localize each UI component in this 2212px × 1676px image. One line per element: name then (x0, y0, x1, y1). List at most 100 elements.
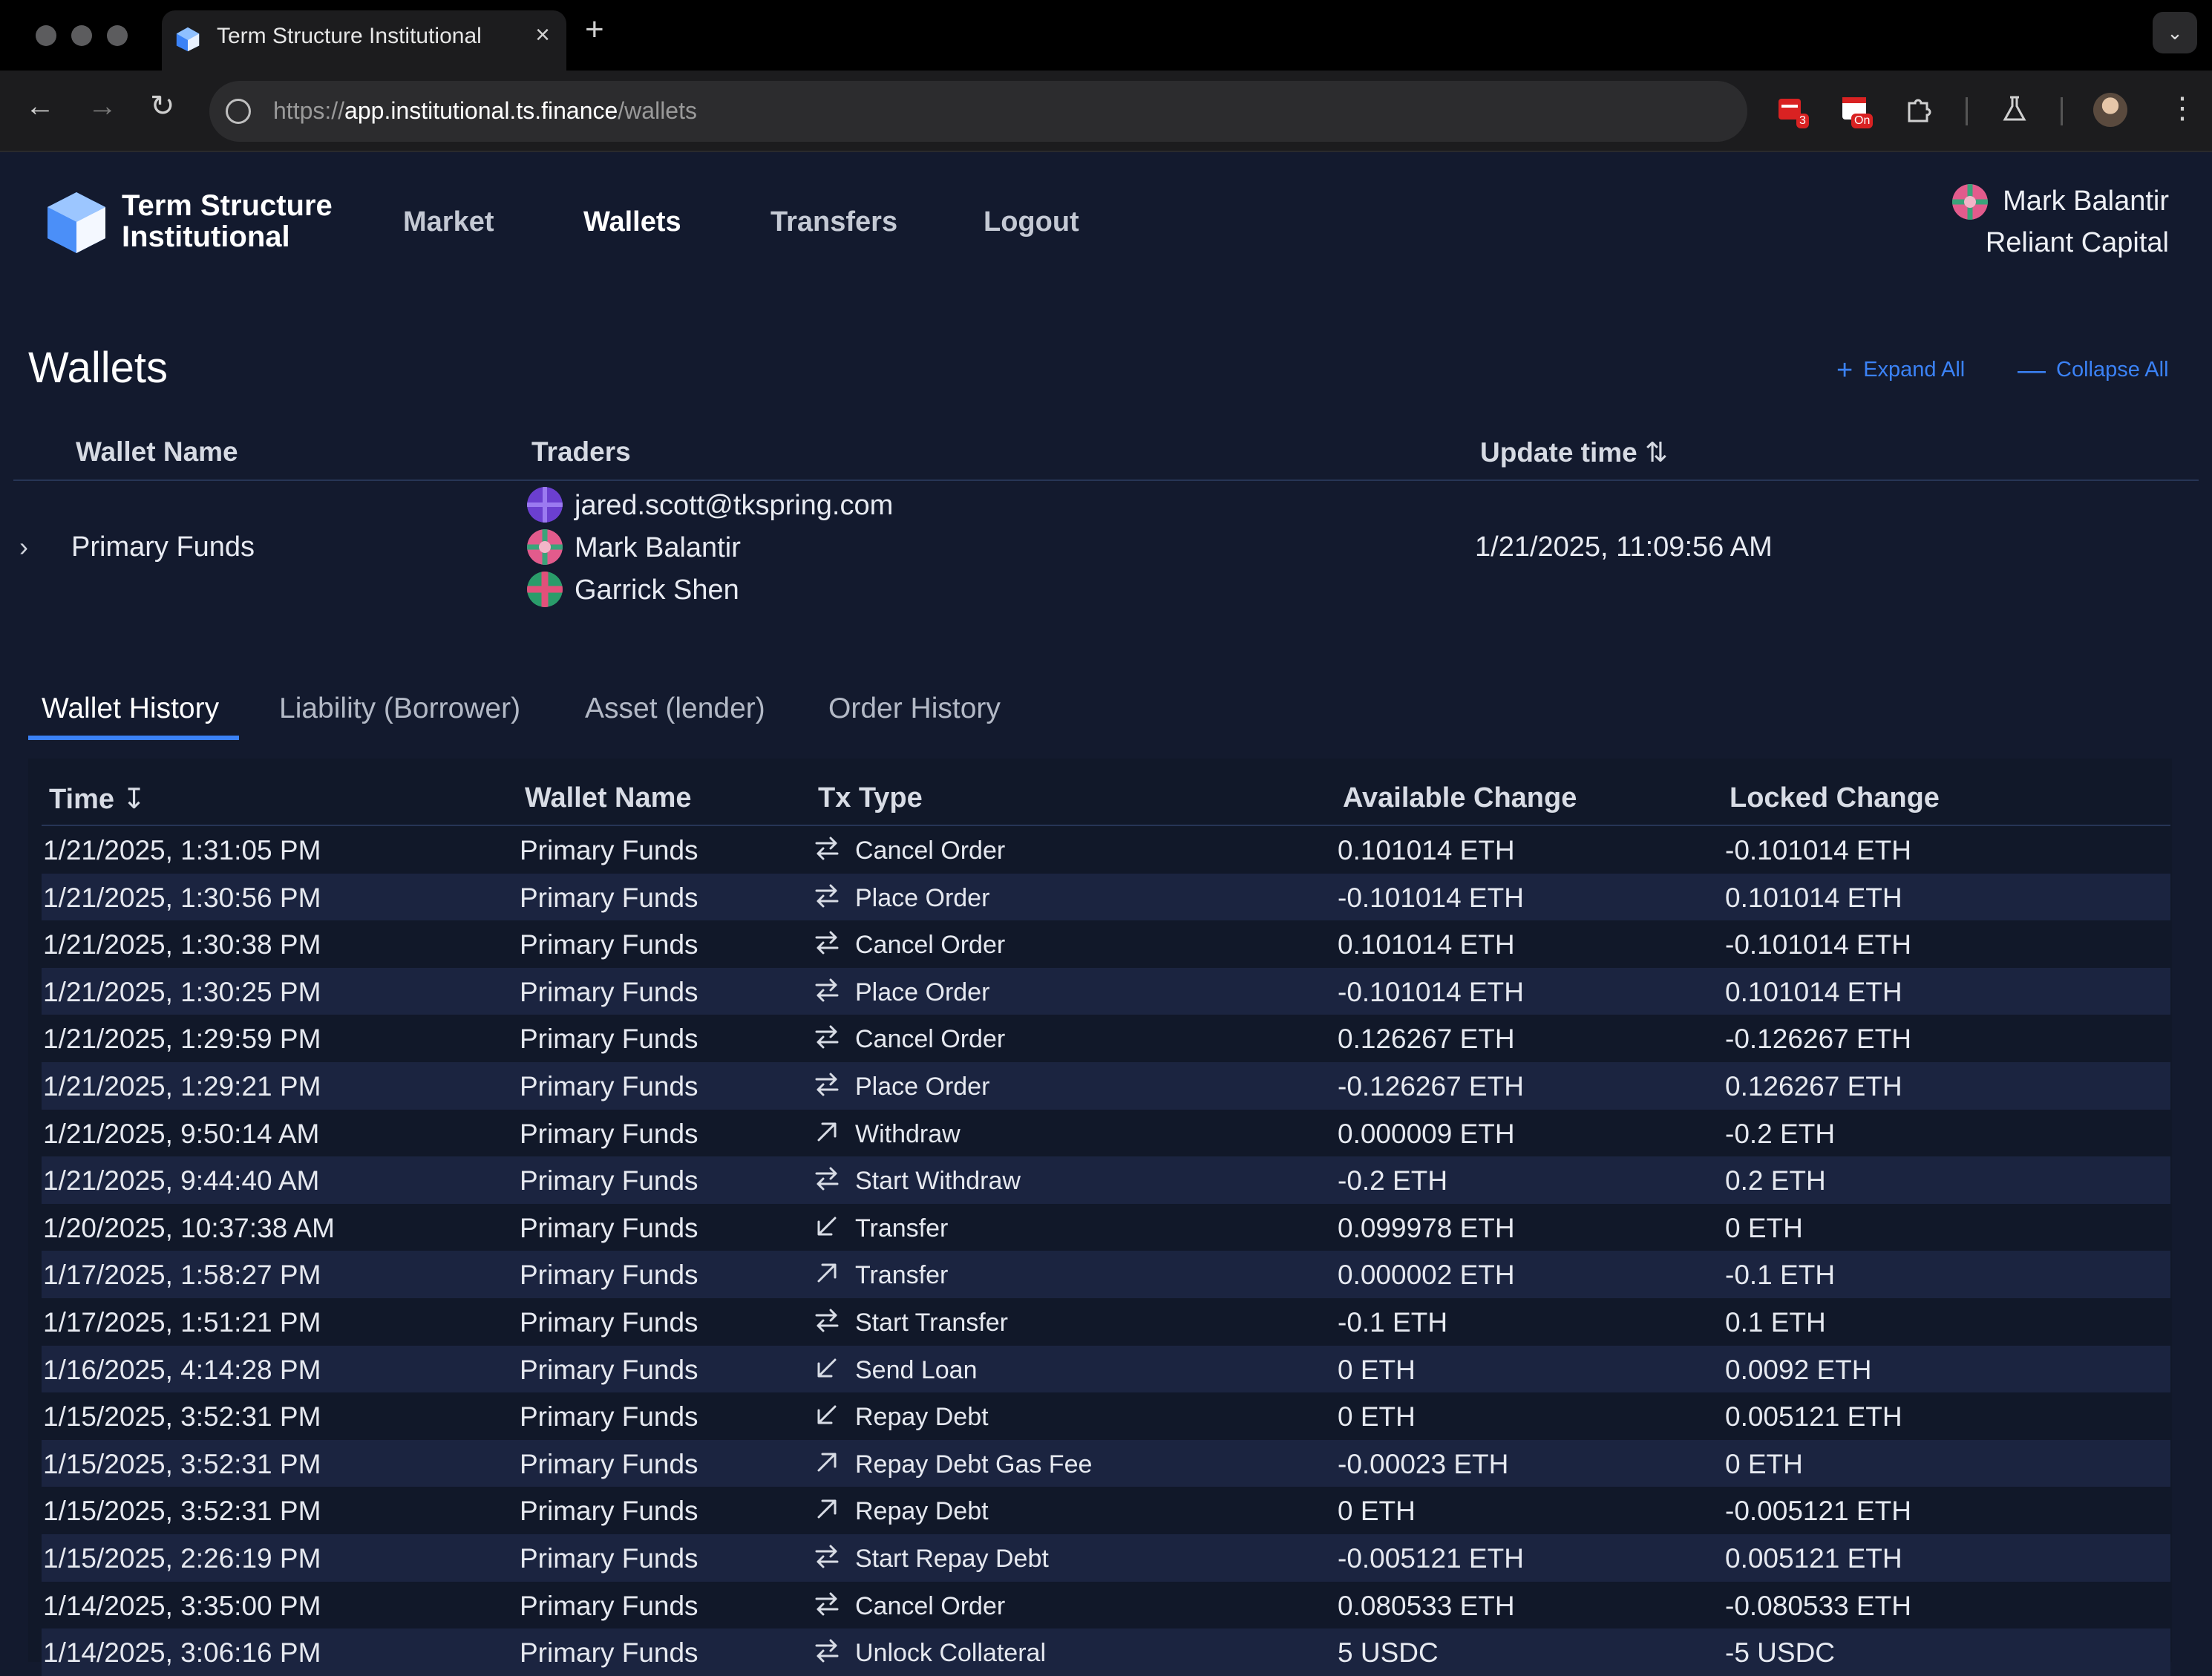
column-header-wallet-name: Wallet Name (525, 782, 692, 814)
labs-flask-icon[interactable] (2000, 94, 2029, 124)
table-row[interactable]: 1/14/2025, 3:35:00 PM Primary Funds Cancel… (42, 1582, 2170, 1629)
column-header-update-time[interactable]: Update time ⇅ (1480, 436, 1668, 468)
cell-locked-change: -0.101014 ETH (1725, 835, 1911, 865)
sort-ascending-icon[interactable]: ⇅ (1645, 437, 1668, 468)
reload-icon[interactable]: ↻ (150, 91, 175, 121)
expand-row-chevron-icon[interactable]: › (19, 531, 28, 563)
cell-available-change: -0.101014 ETH (1338, 882, 1524, 913)
url-text[interactable]: https://app.institutional.ts.finance/wal… (273, 97, 697, 125)
cell-locked-change: 0 ETH (1725, 1212, 1803, 1243)
wallet-history-rows: 1/21/2025, 1:31:05 PM Primary Funds Cancel… (42, 826, 2170, 1676)
cell-time: 1/17/2025, 1:51:21 PM (43, 1306, 321, 1338)
tab-wallet-history[interactable]: Wallet History (42, 693, 219, 725)
user-avatar (1952, 184, 1988, 220)
back-arrow-icon[interactable]: ← (25, 91, 55, 121)
swap-arrows-icon (812, 1070, 842, 1099)
table-row[interactable]: 1/21/2025, 1:29:59 PM Primary Funds Cancel… (42, 1015, 2170, 1062)
cell-tx-type: Start Withdraw (855, 1167, 1021, 1196)
cell-tx-type: Unlock Collateral (855, 1639, 1046, 1668)
browser-toolbar: ← → ↻ https://app.institutional.ts.finan… (0, 71, 2212, 152)
brand-name[interactable]: Term Structure Institutional (122, 190, 333, 252)
cell-available-change: 0.000009 ETH (1338, 1118, 1515, 1149)
cell-available-change: 0.101014 ETH (1338, 929, 1515, 960)
swap-arrows-icon (812, 1306, 842, 1335)
arrow-up-right-icon (812, 1447, 842, 1477)
site-info-icon[interactable] (226, 99, 251, 124)
cell-available-change: -0.126267 ETH (1338, 1070, 1524, 1101)
table-row[interactable]: 1/17/2025, 1:58:27 PM Primary Funds Transf… (42, 1251, 2170, 1298)
swap-arrows-icon (812, 881, 842, 911)
forward-arrow-icon[interactable]: → (88, 91, 117, 121)
nav-transfers[interactable]: Transfers (770, 206, 897, 238)
cell-wallet-name: Primary Funds (520, 1590, 698, 1621)
expand-all-button[interactable]: + Expand All (1836, 355, 1965, 387)
table-row[interactable]: 1/21/2025, 9:50:14 AM Primary Funds Withdr… (42, 1110, 2170, 1157)
nav-wallets[interactable]: Wallets (583, 206, 681, 238)
tab-order-history[interactable]: Order History (828, 693, 1001, 725)
cell-tx-type: Repay Debt (855, 1403, 989, 1432)
table-row[interactable]: 1/15/2025, 3:52:31 PM Primary Funds Repay … (42, 1439, 2170, 1487)
cell-wallet-name: Primary Funds (520, 1165, 698, 1197)
cell-tx-type: Withdraw (855, 1119, 961, 1148)
puzzle-extensions-icon[interactable] (1905, 94, 1934, 124)
cell-time: 1/21/2025, 9:50:14 AM (43, 1118, 320, 1149)
table-row[interactable]: 1/21/2025, 1:30:25 PM Primary Funds Place … (42, 967, 2170, 1015)
table-row[interactable]: 1/15/2025, 3:52:31 PM Primary Funds Repay … (42, 1392, 2170, 1440)
tab-search-chevron-icon[interactable]: ⌄ (2153, 12, 2197, 53)
table-row[interactable]: 1/21/2025, 1:29:21 PM Primary Funds Place … (42, 1061, 2170, 1110)
sort-descending-icon[interactable]: ↧ (122, 784, 146, 815)
column-header-tx-type: Tx Type (818, 782, 923, 814)
column-header-time[interactable]: Time ↧ (49, 782, 145, 816)
table-row[interactable]: 1/20/2025, 10:37:38 AM Primary Funds Trans… (42, 1204, 2170, 1251)
tab-liability-borrower[interactable]: Liability (Borrower) (279, 693, 520, 725)
window-minimize-dot[interactable] (71, 25, 92, 46)
browser-tab[interactable]: Term Structure Institutional × (162, 10, 566, 71)
cell-wallet-name: Primary Funds (520, 1354, 698, 1385)
cell-available-change: 0.080533 ETH (1338, 1590, 1515, 1621)
table-row[interactable]: 1/14/2025, 3:06:16 PM Primary Funds Unlock… (42, 1628, 2170, 1676)
cell-tx-type: Start Transfer (855, 1308, 1008, 1337)
table-row[interactable]: 1/21/2025, 9:44:40 AM Primary Funds Start … (42, 1156, 2170, 1204)
arrow-up-right-icon (812, 1117, 842, 1147)
table-row[interactable]: 1/15/2025, 3:52:31 PM Primary Funds Repay … (42, 1487, 2170, 1534)
table-row[interactable]: 1/17/2025, 1:51:21 PM Primary Funds Start … (42, 1298, 2170, 1346)
nav-logout[interactable]: Logout (984, 206, 1079, 238)
cell-wallet-name: Primary Funds (520, 1306, 698, 1338)
cell-time: 1/15/2025, 3:52:31 PM (43, 1496, 321, 1527)
cell-time: 1/14/2025, 3:35:00 PM (43, 1590, 321, 1621)
cell-wallet-name: Primary Funds (520, 835, 698, 865)
cell-time: 1/21/2025, 1:31:05 PM (43, 835, 321, 865)
arrow-down-left-icon (812, 1400, 842, 1430)
swap-arrows-icon (812, 1022, 842, 1052)
cell-tx-type: Place Order (855, 1072, 990, 1101)
profile-avatar[interactable] (2093, 93, 2127, 127)
browser-menu-icon[interactable]: ⋮ (2167, 91, 2197, 125)
table-row[interactable]: 1/21/2025, 1:30:38 PM Primary Funds Cancel… (42, 920, 2170, 968)
address-bar[interactable]: https://app.institutional.ts.finance/wal… (209, 81, 1747, 142)
tab-asset-lender[interactable]: Asset (lender) (585, 693, 765, 725)
table-row[interactable]: 1/21/2025, 1:31:05 PM Primary Funds Cancel… (42, 826, 2170, 874)
table-row[interactable]: 1/16/2025, 4:14:28 PM Primary Funds Send L… (42, 1345, 2170, 1393)
swap-arrows-icon (812, 975, 842, 1005)
user-organization: Reliant Capital (1985, 227, 2169, 258)
table-row[interactable]: 1/21/2025, 1:30:56 PM Primary Funds Place … (42, 873, 2170, 921)
tab-close-icon[interactable]: × (535, 21, 550, 50)
cell-locked-change: 0.1 ETH (1725, 1306, 1826, 1338)
user-name: Mark Balantir (2003, 186, 2169, 217)
cell-tx-type: Cancel Order (855, 1591, 1006, 1620)
cell-available-change: -0.005121 ETH (1338, 1542, 1524, 1574)
cell-tx-type: Transfer (855, 1214, 949, 1243)
cell-time: 1/17/2025, 1:58:27 PM (43, 1260, 321, 1291)
window-zoom-dot[interactable] (107, 25, 128, 46)
nav-market[interactable]: Market (403, 206, 494, 238)
term-structure-logo-icon[interactable] (45, 189, 108, 256)
collapse-all-button[interactable]: — Collapse All (2018, 355, 2169, 387)
arrow-up-right-icon (812, 1258, 842, 1288)
wallet-name[interactable]: Primary Funds (71, 531, 255, 563)
cell-locked-change: -0.2 ETH (1725, 1118, 1836, 1149)
table-row[interactable]: 1/15/2025, 2:26:19 PM Primary Funds Start … (42, 1533, 2170, 1582)
cell-wallet-name: Primary Funds (520, 1637, 698, 1669)
cell-time: 1/15/2025, 3:52:31 PM (43, 1448, 321, 1479)
window-close-dot[interactable] (36, 25, 56, 46)
new-tab-icon[interactable]: + (585, 13, 604, 46)
